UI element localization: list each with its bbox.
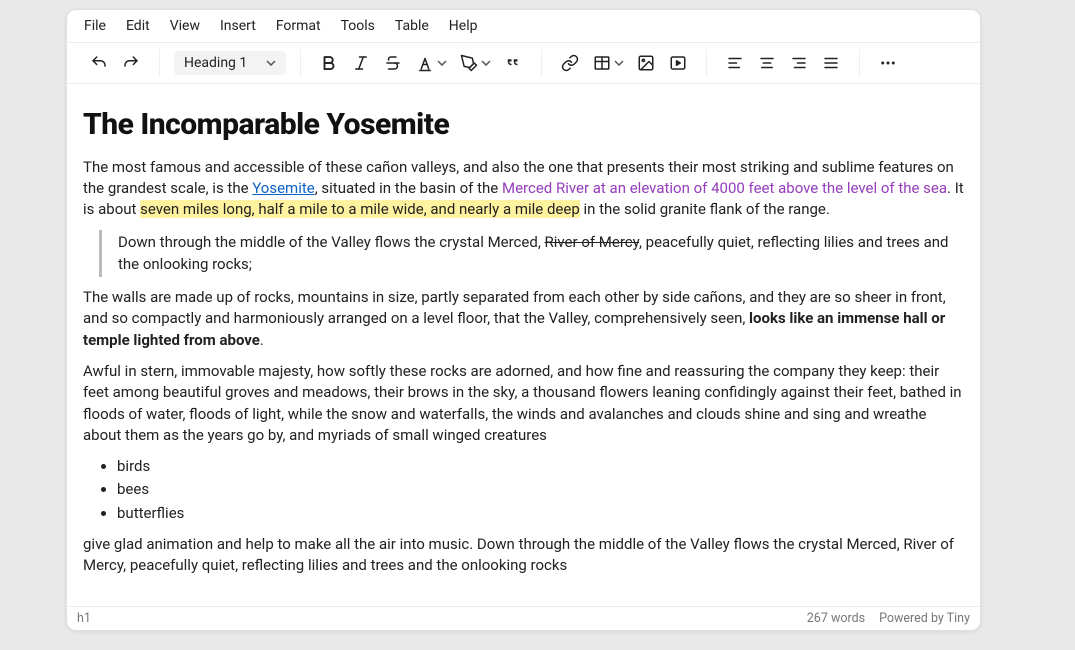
quote-icon <box>504 54 522 72</box>
text-run: , situated in the basin of the <box>315 179 502 197</box>
chevron-down-icon <box>437 60 447 66</box>
menubar: File Edit View Insert Format Tools Table… <box>67 10 980 43</box>
toolbar-separator <box>541 49 542 77</box>
table-icon <box>593 54 611 72</box>
link-button[interactable] <box>556 49 584 77</box>
redo-icon <box>122 54 140 72</box>
toolbar-group-text <box>309 49 533 77</box>
highlight-icon <box>460 54 478 72</box>
word-count[interactable]: 267 words <box>807 611 865 626</box>
undo-button[interactable] <box>85 49 113 77</box>
menu-help[interactable]: Help <box>448 16 479 36</box>
align-left-icon <box>726 54 744 72</box>
statusbar: h1 267 words Powered by Tiny <box>67 606 980 630</box>
menu-tools[interactable]: Tools <box>340 16 376 36</box>
menu-file[interactable]: File <box>83 16 107 36</box>
bold-icon <box>320 54 338 72</box>
chevron-down-icon <box>266 60 276 66</box>
visited-link-merced[interactable]: Merced River at an elevation of 4000 fee… <box>502 179 947 197</box>
text-run: in the solid granite flank of the range. <box>580 200 830 218</box>
toolbar-separator <box>159 49 160 77</box>
list-item[interactable]: butterflies <box>117 503 964 524</box>
editor-window: File Edit View Insert Format Tools Table… <box>66 9 981 631</box>
align-center-icon <box>758 54 776 72</box>
image-icon <box>637 54 655 72</box>
media-button[interactable] <box>664 49 692 77</box>
block-format-select[interactable]: Heading 1 <box>174 51 286 75</box>
highlighted-text: seven miles long, half a mile to a mile … <box>140 200 580 218</box>
italic-icon <box>352 54 370 72</box>
doc-title[interactable]: The Incomparable Yosemite <box>83 104 964 147</box>
undo-icon <box>90 54 108 72</box>
paragraph[interactable]: The most famous and accessible of these … <box>83 157 964 221</box>
media-icon <box>669 54 687 72</box>
link-yosemite[interactable]: Yosemite <box>252 179 314 197</box>
menu-view[interactable]: View <box>169 16 201 36</box>
toolbar-group-overflow <box>868 49 908 77</box>
text-run: . <box>260 331 264 349</box>
toolbar-separator <box>706 49 707 77</box>
highlight-color-button[interactable] <box>455 49 495 77</box>
menu-format[interactable]: Format <box>275 16 322 36</box>
toolbar-group-block: Heading 1 <box>168 51 292 75</box>
element-path[interactable]: h1 <box>77 611 91 626</box>
paragraph[interactable]: Awful in stern, immovable majesty, how s… <box>83 361 964 446</box>
blockquote-button[interactable] <box>499 49 527 77</box>
statusbar-right: 267 words Powered by Tiny <box>807 611 970 626</box>
toolbar-group-align <box>715 49 851 77</box>
text-run: Down through the middle of the Valley fl… <box>118 233 545 251</box>
list-item[interactable]: birds <box>117 456 964 477</box>
strikethrough-button[interactable] <box>379 49 407 77</box>
chevron-down-icon <box>614 60 624 66</box>
chevron-down-icon <box>481 60 491 66</box>
italic-button[interactable] <box>347 49 375 77</box>
more-button[interactable] <box>874 49 902 77</box>
menu-table[interactable]: Table <box>394 16 430 36</box>
align-center-button[interactable] <box>753 49 781 77</box>
link-icon <box>561 54 579 72</box>
blockquote[interactable]: Down through the middle of the Valley fl… <box>99 230 964 277</box>
align-right-icon <box>790 54 808 72</box>
paragraph[interactable]: The walls are made up of rocks, mountain… <box>83 287 964 351</box>
toolbar-separator <box>300 49 301 77</box>
more-horizontal-icon <box>879 54 897 72</box>
list-item[interactable]: bees <box>117 479 964 500</box>
strikethrough-text: River of Mercy <box>545 233 639 251</box>
menu-edit[interactable]: Edit <box>125 16 151 36</box>
toolbar-group-history <box>79 49 151 77</box>
redo-button[interactable] <box>117 49 145 77</box>
branding[interactable]: Powered by Tiny <box>879 611 970 626</box>
toolbar: Heading 1 <box>67 43 980 84</box>
bullet-list[interactable]: birds bees butterflies <box>93 456 964 524</box>
toolbar-separator <box>859 49 860 77</box>
strikethrough-icon <box>384 54 402 72</box>
toolbar-group-insert <box>550 49 698 77</box>
paragraph[interactable]: give glad animation and help to make all… <box>83 534 964 577</box>
text-color-icon <box>416 54 434 72</box>
image-button[interactable] <box>632 49 660 77</box>
bold-button[interactable] <box>315 49 343 77</box>
align-left-button[interactable] <box>721 49 749 77</box>
align-justify-icon <box>822 54 840 72</box>
align-right-button[interactable] <box>785 49 813 77</box>
editor-content[interactable]: The Incomparable Yosemite The most famou… <box>67 84 980 606</box>
menu-insert[interactable]: Insert <box>219 16 257 36</box>
table-button[interactable] <box>588 49 628 77</box>
align-justify-button[interactable] <box>817 49 845 77</box>
block-format-label: Heading 1 <box>184 55 247 71</box>
text-color-button[interactable] <box>411 49 451 77</box>
